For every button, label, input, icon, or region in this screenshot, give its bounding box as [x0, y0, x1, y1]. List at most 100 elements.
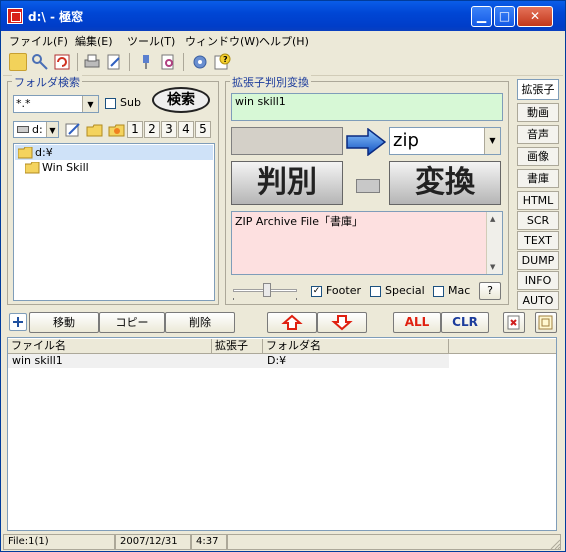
tab-archive[interactable]: 書庫 [517, 169, 559, 188]
move-down-button[interactable] [317, 312, 367, 333]
maximize-icon: □ [498, 9, 511, 23]
column-header-extension[interactable]: 拡張子 [212, 339, 263, 354]
scroll-up-icon[interactable]: ▲ [490, 215, 495, 223]
folder-tree[interactable]: d:¥ Win Skill [13, 143, 215, 301]
maximize-button[interactable]: □ [494, 6, 515, 27]
key-icon[interactable] [31, 53, 49, 71]
tab-info[interactable]: INFO [517, 271, 559, 290]
arrow-right-icon [346, 128, 386, 156]
detect-button[interactable]: 判別 [231, 161, 343, 205]
tab-audio[interactable]: 音声 [517, 125, 559, 144]
search-pattern-combo[interactable]: *.* ▼ [13, 95, 99, 113]
tab-html[interactable]: HTML [517, 191, 559, 210]
preview-icon [538, 315, 553, 330]
menu-file[interactable]: ファイル(F) [9, 33, 68, 49]
digit-button-2[interactable]: 2 [144, 121, 160, 138]
refresh-icon[interactable] [53, 53, 71, 71]
tab-auto[interactable]: AUTO [517, 291, 559, 310]
delete-button[interactable]: 削除 [165, 312, 235, 333]
view-icon[interactable] [159, 53, 177, 71]
footer-checkbox[interactable]: ✓ [311, 286, 322, 297]
menu-help[interactable]: ヘルプ(H) [259, 33, 309, 49]
description-text: ZIP Archive File「書庫」 [235, 215, 363, 228]
convert-button[interactable]: 変換 [389, 161, 501, 205]
source-ext-display [231, 127, 343, 155]
folder-search-title: フォルダ検索 [12, 74, 82, 90]
edit-folder-icon[interactable] [64, 121, 82, 139]
settings-icon[interactable] [191, 53, 209, 71]
target-ext-value: zip [393, 130, 419, 151]
search-button[interactable]: 検索 [152, 87, 210, 113]
scroll-down-icon[interactable]: ▼ [490, 263, 495, 271]
help-icon[interactable]: ? [213, 53, 231, 71]
select-all-button[interactable]: ALL [393, 312, 441, 333]
edit-icon[interactable] [105, 53, 123, 71]
folder-up-icon[interactable] [86, 121, 104, 139]
ext-detect-title: 拡張子判別変換 [230, 74, 311, 90]
clear-button[interactable]: CLR [441, 312, 489, 333]
digit-button-3[interactable]: 3 [161, 121, 177, 138]
sub-checkbox[interactable] [105, 98, 116, 109]
remove-item-button[interactable] [503, 312, 525, 333]
expand-icon[interactable] [9, 313, 27, 331]
copy-button[interactable]: コピー [99, 312, 165, 333]
drive-combo[interactable]: d: ▼ [13, 121, 59, 138]
slider-thumb[interactable] [263, 283, 271, 297]
chevron-down-icon[interactable]: ▼ [82, 96, 98, 112]
status-file-count: File:1(1) [3, 534, 115, 550]
filename-input[interactable]: win skill1 [231, 93, 503, 121]
menu-bar: ファイル(F) 編集(E) ツール(T) ウィンドウ(W) ヘルプ(H) [3, 31, 563, 49]
menu-edit[interactable]: 編集(E) [75, 33, 113, 49]
tab-text[interactable]: TEXT [517, 231, 559, 250]
tab-dump[interactable]: DUMP [517, 251, 559, 270]
minimize-button[interactable]: ▁ [471, 6, 492, 27]
table-row[interactable]: win skill1 D:¥ [8, 354, 449, 368]
row-folder: D:¥ [267, 354, 287, 367]
special-checkbox[interactable] [370, 286, 381, 297]
status-time: 4:37 [191, 534, 227, 550]
help-button[interactable]: ? [479, 282, 501, 300]
toolbar: ? [3, 49, 563, 76]
resize-grip-icon[interactable] [549, 538, 561, 550]
description-scrollbar[interactable]: ▲ ▼ [486, 212, 502, 274]
tab-video[interactable]: 動画 [517, 103, 559, 122]
move-button[interactable]: 移動 [29, 312, 99, 333]
slider-ticks [233, 298, 297, 300]
minimize-icon: ▁ [476, 9, 487, 23]
tree-item-winskill[interactable]: Win Skill [22, 160, 212, 175]
tab-scr[interactable]: SCR [517, 211, 559, 230]
digit-button-1[interactable]: 1 [127, 121, 143, 138]
folder-new-icon[interactable] [108, 121, 126, 139]
description-box[interactable]: ZIP Archive File「書庫」 ▲ ▼ [231, 211, 503, 275]
print-icon[interactable] [83, 53, 101, 71]
menu-window[interactable]: ウィンドウ(W) [185, 33, 259, 49]
column-header-filename[interactable]: ファイル名 [8, 339, 212, 354]
column-header-folder[interactable]: フォルダ名 [263, 339, 449, 354]
move-up-button[interactable] [267, 312, 317, 333]
title-bar[interactable]: d:\ - 極窓 ▁ □ ✕ [1, 1, 565, 31]
app-icon[interactable] [7, 8, 23, 24]
preview-button[interactable] [535, 312, 557, 333]
drive-value: d: [32, 123, 43, 136]
trackbar-slider[interactable] [233, 283, 297, 301]
sub-label: Sub [120, 96, 141, 109]
tree-item-root[interactable]: d:¥ [15, 145, 213, 160]
drive-icon [17, 126, 29, 133]
digit-button-4[interactable]: 4 [178, 121, 194, 138]
row-filename: win skill1 [12, 354, 63, 367]
mac-checkbox[interactable] [433, 286, 444, 297]
arrow-down-icon [331, 315, 353, 331]
digit-button-5[interactable]: 5 [195, 121, 211, 138]
new-icon[interactable] [9, 53, 27, 71]
chevron-down-icon[interactable]: ▼ [46, 122, 58, 137]
tab-image[interactable]: 画像 [517, 147, 559, 166]
tab-extension[interactable]: 拡張子 [517, 79, 559, 100]
status-indicator [356, 179, 380, 193]
brush-icon[interactable] [137, 53, 155, 71]
chevron-down-icon[interactable]: ▼ [484, 128, 500, 154]
close-button[interactable]: ✕ [517, 6, 553, 27]
target-ext-combo[interactable]: zip ▼ [389, 127, 501, 155]
filename-value: win skill1 [235, 95, 286, 108]
menu-tools[interactable]: ツール(T) [127, 33, 175, 49]
special-label: Special [385, 284, 425, 297]
